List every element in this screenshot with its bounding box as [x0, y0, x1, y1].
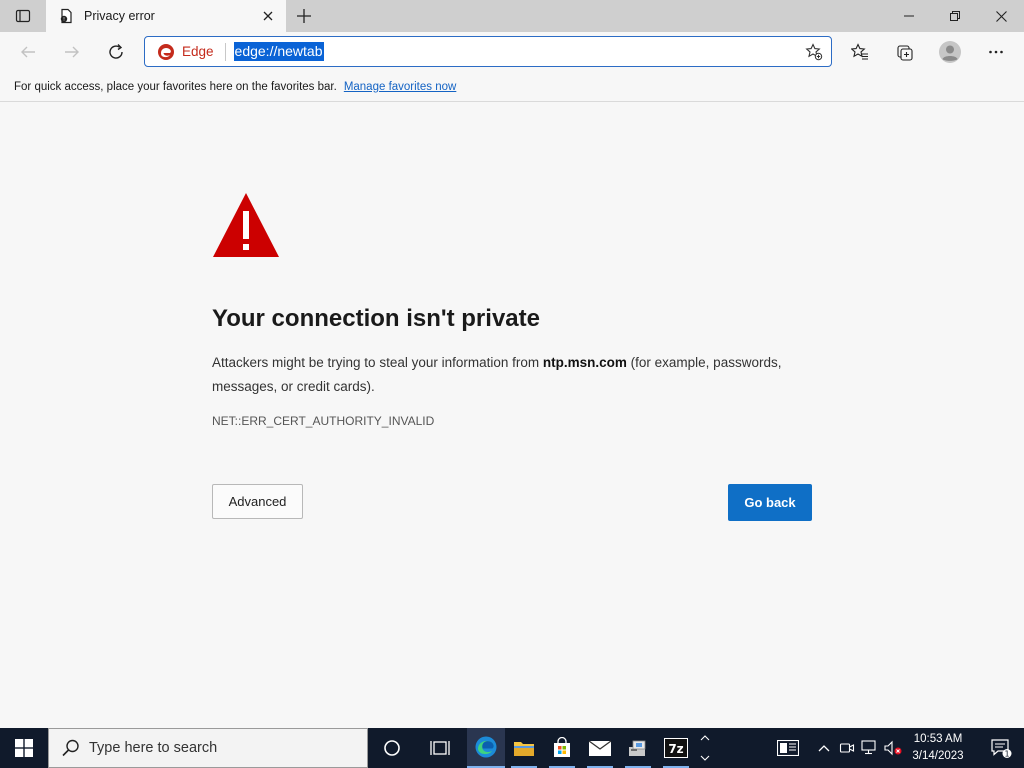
favorites-icon — [851, 43, 868, 60]
mail-icon — [588, 740, 612, 756]
avatar-icon — [939, 41, 961, 63]
warning-icon — [213, 193, 279, 257]
minimize-button[interactable] — [886, 0, 932, 32]
tab-title: Privacy error — [84, 9, 155, 23]
clock-date: 3/14/2023 — [912, 750, 964, 762]
error-description-text: Attackers might be trying to steal your … — [212, 355, 543, 370]
scroll-arrows-icon — [700, 735, 710, 761]
error-code: NET::ERR_CERT_AUTHORITY_INVALID — [212, 414, 435, 428]
favorites-bar: For quick access, place your favorites h… — [0, 72, 1024, 102]
error-page-icon: ! — [60, 8, 72, 24]
clock-time: 10:53 AM — [913, 733, 963, 745]
start-button[interactable] — [0, 728, 48, 768]
taskbar-setup-app[interactable] — [619, 728, 657, 768]
action-center-button[interactable]: 1 — [978, 728, 1024, 768]
site-info-label[interactable]: Edge — [182, 44, 214, 59]
tray-network[interactable] — [860, 738, 880, 758]
restore-icon — [950, 11, 960, 21]
svg-text:7z: 7z — [668, 742, 683, 756]
taskbar-mail[interactable] — [581, 728, 619, 768]
cortana-button[interactable] — [373, 728, 411, 768]
tab-close-button[interactable] — [254, 2, 282, 30]
address-bar[interactable]: Edge edge://newtab — [144, 36, 832, 67]
taskbar-search-box[interactable]: Type here to search — [48, 728, 368, 768]
task-view-button[interactable] — [421, 728, 459, 768]
store-icon — [554, 737, 570, 757]
arrow-right-icon — [65, 46, 79, 58]
installer-icon — [629, 740, 646, 756]
taskbar-7zip[interactable]: 7z — [657, 728, 695, 768]
tray-overflow-button[interactable] — [814, 738, 834, 758]
news-widget-button[interactable] — [776, 738, 800, 758]
error-description: Attackers might be trying to steal your … — [212, 351, 822, 399]
taskbar: Type here to search 7z 10:53 AM 3/14/202… — [0, 728, 1024, 768]
cortana-icon — [384, 740, 400, 756]
star-add-icon — [805, 43, 823, 61]
collections-button[interactable] — [889, 36, 921, 68]
error-title: Your connection isn't private — [212, 305, 540, 332]
svg-text:!: ! — [63, 17, 65, 23]
volume-muted-icon — [884, 740, 902, 756]
taskbar-edge[interactable] — [467, 728, 505, 768]
chevron-up-icon — [818, 745, 830, 752]
error-page: Your connection isn't private Attackers … — [0, 103, 1024, 728]
url-text[interactable]: edge://newtab — [233, 42, 324, 61]
profile-button[interactable] — [934, 36, 966, 68]
camera-icon — [839, 743, 855, 753]
taskbar-scroll[interactable] — [697, 728, 713, 768]
close-icon — [995, 10, 1007, 22]
close-icon — [263, 11, 273, 21]
tray-volume[interactable] — [884, 738, 904, 758]
toolbar: Edge edge://newtab — [0, 32, 1024, 72]
network-icon — [861, 740, 876, 755]
manage-favorites-link[interactable]: Manage favorites now — [344, 81, 457, 93]
edge-logo-icon — [158, 43, 174, 60]
notification-count: 1 — [1004, 750, 1009, 759]
tray-meet-now[interactable] — [837, 738, 857, 758]
plus-icon — [297, 9, 311, 23]
new-tab-button[interactable] — [290, 2, 318, 30]
title-bar: ! Privacy error — [0, 0, 1024, 32]
task-view-icon — [430, 741, 450, 755]
minimize-icon — [904, 15, 914, 17]
restore-button[interactable] — [932, 0, 978, 32]
settings-more-button[interactable] — [980, 36, 1012, 68]
refresh-icon — [109, 44, 123, 59]
news-icon — [777, 740, 799, 756]
add-favorite-button[interactable] — [803, 41, 825, 63]
taskbar-clock[interactable]: 10:53 AM 3/14/2023 — [906, 731, 970, 765]
collections-icon — [897, 45, 913, 61]
more-icon — [989, 50, 1003, 54]
notification-icon: 1 — [991, 739, 1012, 759]
tab-privacy-error[interactable]: ! Privacy error — [46, 0, 286, 32]
taskbar-file-explorer[interactable] — [505, 728, 543, 768]
windows-logo-icon — [15, 739, 33, 757]
arrow-left-icon — [21, 46, 35, 58]
favorites-bar-hint: For quick access, place your favorites h… — [14, 80, 337, 93]
edge-browser-icon — [475, 736, 497, 758]
go-back-button[interactable]: Go back — [728, 484, 812, 521]
error-host: ntp.msn.com — [542, 355, 627, 370]
forward-button[interactable] — [56, 36, 88, 68]
folder-icon — [514, 742, 534, 756]
search-placeholder: Type here to search — [89, 740, 218, 756]
favorites-button[interactable] — [844, 36, 876, 68]
address-separator — [224, 42, 226, 61]
taskbar-store[interactable] — [543, 728, 581, 768]
back-button[interactable] — [12, 36, 44, 68]
tab-actions-icon — [15, 9, 31, 23]
advanced-button[interactable]: Advanced — [212, 484, 303, 519]
search-icon — [62, 739, 79, 757]
refresh-button[interactable] — [100, 36, 132, 68]
7zip-icon: 7z — [664, 738, 688, 758]
tab-actions-button[interactable] — [0, 0, 46, 32]
close-window-button[interactable] — [978, 0, 1024, 32]
